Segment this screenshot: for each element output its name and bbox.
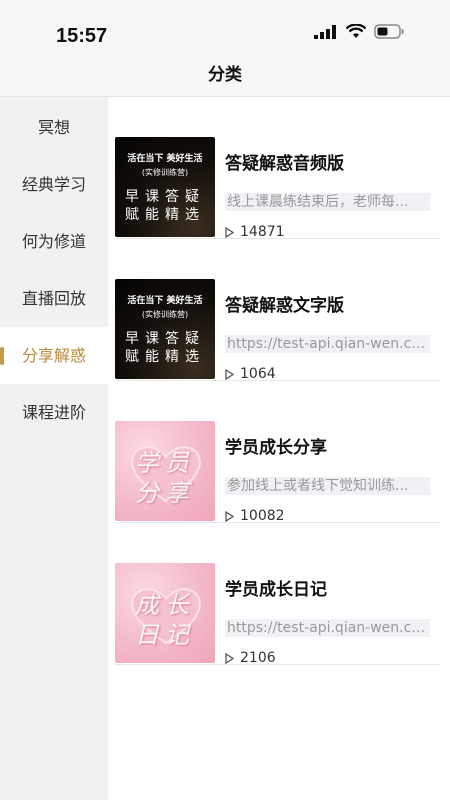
course-thumbnail: 活在当下 美好生活 (实修训练营) 早课答疑 赋能精选: [115, 279, 215, 379]
play-icon: [225, 226, 234, 238]
course-thumbnail: 学员 分享: [115, 421, 215, 521]
course-thumbnail: 成长 日记: [115, 563, 215, 663]
play-icon: [225, 368, 234, 380]
course-thumbnail: 活在当下 美好生活 (实修训练营) 早课答疑 赋能精选: [115, 137, 215, 237]
play-count: 1064: [225, 366, 276, 382]
sidebar-item-label: 何为修道: [21, 232, 86, 251]
page-title: 分类: [208, 65, 242, 85]
thumb-text: 活在当下 美好生活: [127, 296, 203, 306]
thumb-text: 日记: [135, 621, 195, 649]
sidebar-item-meditation[interactable]: 冥想: [0, 99, 108, 156]
play-count-value: 2106: [240, 650, 276, 666]
play-count: 10082: [225, 508, 285, 524]
card-title: 学员成长日记: [225, 580, 327, 600]
sidebar-item-label: 直播回放: [21, 289, 86, 308]
card-description: 线上课晨练结束后，老师每...: [225, 193, 430, 211]
play-icon: [225, 510, 234, 522]
thumb-text: 早课答疑: [125, 189, 205, 205]
play-icon: [225, 652, 234, 664]
sidebar-item-label: 经典学习: [21, 175, 86, 194]
sidebar-item-label: 冥想: [37, 118, 70, 137]
card-title: 答疑解惑文字版: [225, 296, 344, 316]
list-item[interactable]: 活在当下 美好生活 (实修训练营) 早课答疑 赋能精选 答疑解惑文字版 http…: [115, 239, 440, 382]
nav-bar: 分类: [0, 55, 450, 97]
card-title: 答疑解惑音频版: [225, 154, 344, 174]
thumb-text: 赋能精选: [125, 207, 205, 223]
sidebar-item-live-replay[interactable]: 直播回放: [0, 270, 108, 327]
sidebar-item-course-advanced[interactable]: 课程进阶: [0, 384, 108, 441]
thumb-text: (实修训练营): [141, 168, 189, 177]
sidebar-item-label: 分享解惑: [21, 346, 86, 365]
play-count: 2106: [225, 650, 276, 666]
status-icons: [314, 24, 404, 39]
signal-icon: [314, 24, 336, 39]
category-sidebar: 冥想 经典学习 何为修道 直播回放 分享解惑 课程进阶: [0, 97, 108, 800]
card-description: https://test-api.qian-wen.cn/...: [225, 335, 430, 353]
sidebar-item-label: 课程进阶: [21, 403, 86, 422]
card-description: 参加线上或者线下觉知训练...: [225, 477, 430, 495]
list-item[interactable]: 活在当下 美好生活 (实修训练营) 早课答疑 赋能精选 答疑解惑音频版 线上课晨…: [115, 97, 440, 240]
play-count-value: 14871: [240, 224, 285, 240]
content-list: 活在当下 美好生活 (实修训练营) 早课答疑 赋能精选 答疑解惑音频版 线上课晨…: [108, 97, 450, 800]
sidebar-item-classic-study[interactable]: 经典学习: [0, 156, 108, 213]
play-count-value: 10082: [240, 508, 285, 524]
thumb-text: 活在当下 美好生活: [127, 154, 203, 164]
thumb-text: (实修训练营): [141, 310, 189, 319]
sidebar-item-share[interactable]: 分享解惑: [0, 327, 108, 384]
battery-icon: [374, 24, 404, 39]
card-title: 学员成长分享: [225, 438, 327, 458]
wifi-icon: [346, 24, 366, 38]
sidebar-item-practice[interactable]: 何为修道: [0, 213, 108, 270]
status-time: 15:57: [56, 25, 108, 47]
thumb-text: 早课答疑: [125, 331, 205, 347]
play-count: 14871: [225, 224, 285, 240]
play-count-value: 1064: [240, 366, 276, 382]
status-bar: 15:57: [0, 0, 450, 60]
thumb-text: 赋能精选: [125, 349, 205, 365]
active-indicator: [0, 347, 4, 365]
list-item[interactable]: 成长 日记 学员成长日记 https://test-api.qian-wen.c…: [115, 523, 440, 666]
list-item[interactable]: 学员 分享 学员成长分享 参加线上或者线下觉知训练... 10082: [115, 381, 440, 524]
thumb-text: 分享: [135, 479, 195, 507]
card-description: https://test-api.qian-wen.cn/...: [225, 619, 430, 637]
